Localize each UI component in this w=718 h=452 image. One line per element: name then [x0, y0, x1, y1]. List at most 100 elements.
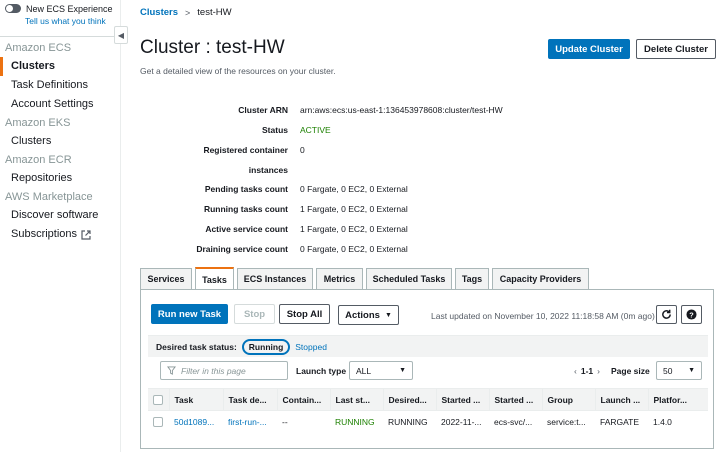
chevron-left-icon: ◀: [117, 30, 125, 40]
refresh-icon: [662, 309, 671, 319]
filter-input[interactable]: Filter in this page: [160, 361, 288, 380]
column-header[interactable]: Platfor...: [647, 388, 708, 411]
column-header[interactable]: Group: [541, 388, 595, 411]
detail-value: 0: [300, 145, 305, 155]
detail-label: Running tasks count: [203, 204, 288, 214]
sidebar-collapse-button[interactable]: ◀: [114, 26, 128, 44]
detail-status: Status ACTIVE: [140, 125, 718, 144]
desired-status-label: Desired task status:: [156, 341, 237, 352]
tab-tasks[interactable]: Tasks: [195, 267, 234, 290]
detail-value: 1 Fargate, 0 EC2, 0 External: [300, 224, 408, 234]
nav-item-eks-clusters[interactable]: Clusters: [0, 132, 120, 151]
detail-draining: Draining service count 0 Fargate, 0 EC2,…: [140, 244, 718, 263]
svg-text:?: ?: [689, 310, 694, 319]
page-size-label: Page size: [611, 366, 650, 376]
status-stopped-link[interactable]: Stopped: [295, 342, 327, 352]
tab-metrics[interactable]: Metrics: [316, 268, 363, 289]
delete-cluster-button[interactable]: Delete Cluster: [636, 39, 716, 59]
detail-value: 0 Fargate, 0 EC2, 0 External: [300, 244, 408, 254]
table-row[interactable]: 50d1089... first-run-... -- RUNNING RUNN…: [148, 411, 708, 433]
caret-down-icon: ▼: [399, 367, 406, 374]
column-header[interactable]: Task de...: [222, 388, 277, 411]
filter-icon: [167, 366, 176, 375]
detail-label: Cluster ARN: [238, 105, 288, 115]
nav-item-account-settings[interactable]: Account Settings: [0, 95, 120, 114]
nav-item-clusters[interactable]: Clusters: [0, 57, 120, 76]
prev-page-icon[interactable]: ‹: [574, 366, 577, 376]
tab-capacity-providers[interactable]: Capacity Providers: [492, 268, 589, 289]
nav-item-label: Subscriptions: [11, 228, 78, 240]
run-new-task-button[interactable]: Run new Task: [151, 304, 228, 324]
tab-scheduled-tasks[interactable]: Scheduled Tasks: [366, 268, 452, 289]
detail-active-service: Active service count 1 Fargate, 0 EC2, 0…: [140, 224, 718, 243]
last-updated-text: Last updated on November 10, 2022 11:18:…: [431, 311, 655, 321]
status-running-pill[interactable]: Running: [241, 338, 291, 355]
column-header[interactable]: Last st...: [329, 388, 383, 411]
table-cell: 1.4.0: [653, 416, 672, 427]
select-all-checkbox[interactable]: [153, 394, 163, 405]
table-cell: FARGATE: [600, 416, 640, 427]
nav-item-label: Account Settings: [11, 98, 94, 110]
breadcrumb: Clusters > test-HW: [140, 7, 232, 18]
external-link-icon: [81, 229, 91, 240]
help-icon: ?: [686, 309, 697, 320]
nav-item-subscriptions[interactable]: Subscriptions: [0, 225, 120, 244]
nav-item-label: Repositories: [11, 172, 73, 184]
detail-value: 0 Fargate, 0 EC2, 0 External: [300, 184, 408, 194]
nav-item-repositories[interactable]: Repositories: [0, 169, 120, 188]
nav-item-label: Clusters: [11, 60, 56, 72]
page-size-select[interactable]: 50 ▼: [656, 361, 702, 380]
help-button[interactable]: ?: [681, 305, 702, 324]
task-definition-link[interactable]: first-run-...: [223, 411, 277, 433]
feedback-link[interactable]: Tell us what you think: [0, 14, 120, 28]
detail-label: Pending tasks count: [204, 184, 288, 194]
breadcrumb-current: test-HW: [197, 7, 232, 18]
actions-label: Actions: [345, 309, 380, 321]
row-select-cell[interactable]: [148, 411, 169, 433]
nav-section-ecr: Amazon ECR: [5, 154, 72, 166]
status-value: ACTIVE: [300, 125, 331, 135]
page-description: Get a detailed view of the resources on …: [140, 66, 336, 76]
tab-ecs-instances[interactable]: ECS Instances: [237, 268, 313, 289]
tab-tags[interactable]: Tags: [455, 268, 489, 289]
row-checkbox[interactable]: [153, 417, 163, 428]
column-header[interactable]: Started ...: [488, 388, 542, 411]
breadcrumb-separator: >: [185, 7, 191, 18]
page-range: 1-1: [580, 366, 594, 376]
column-header[interactable]: Desired...: [382, 388, 436, 411]
toggle-label: New ECS Experience: [26, 3, 113, 14]
nav-item-discover-software[interactable]: Discover software: [0, 206, 120, 225]
page-title: Cluster : test-HW: [140, 37, 285, 58]
launch-type-select[interactable]: ALL ▼: [349, 361, 413, 380]
cluster-tabs: Services Tasks ECS Instances Metrics Sch…: [140, 267, 592, 290]
new-experience-toggle-row[interactable]: New ECS Experience: [0, 0, 120, 14]
column-header[interactable]: Started ...: [435, 388, 489, 411]
column-header[interactable]: Contain...: [276, 388, 330, 411]
table-cell: 2022-11-...: [441, 416, 482, 427]
actions-dropdown[interactable]: Actions ▼: [338, 305, 399, 325]
nav-item-label: Clusters: [11, 135, 52, 147]
breadcrumb-clusters-link[interactable]: Clusters: [140, 7, 178, 18]
task-id-link[interactable]: 50d1089...: [169, 411, 223, 433]
detail-cluster-arn: Cluster ARN arn:aws:ecs:us-east-1:136453…: [140, 105, 718, 124]
detail-label: instances: [248, 165, 288, 175]
detail-label: Draining service count: [196, 244, 288, 254]
launch-type-label: Launch type: [296, 366, 347, 376]
launch-type-value: ALL: [356, 365, 372, 376]
column-header[interactable]: Launch ...: [594, 388, 648, 411]
select-all-cell[interactable]: [148, 388, 169, 411]
table-cell: RUNNING: [388, 416, 428, 427]
nav-section-eks: Amazon EKS: [5, 117, 71, 129]
stop-all-button[interactable]: Stop All: [279, 304, 330, 324]
update-cluster-button[interactable]: Update Cluster: [548, 39, 630, 59]
page-size-value: 50: [663, 365, 673, 376]
toggle-switch[interactable]: [5, 4, 21, 13]
tab-services[interactable]: Services: [140, 268, 192, 289]
column-header[interactable]: Task: [168, 388, 223, 411]
desired-status-filter: Desired task status: Running Stopped: [148, 335, 708, 357]
refresh-button[interactable]: [656, 305, 677, 324]
stop-button[interactable]: Stop: [234, 304, 275, 324]
next-page-icon[interactable]: ›: [597, 366, 600, 376]
nav-item-task-definitions[interactable]: Task Definitions: [0, 76, 120, 95]
divider: [0, 36, 121, 37]
